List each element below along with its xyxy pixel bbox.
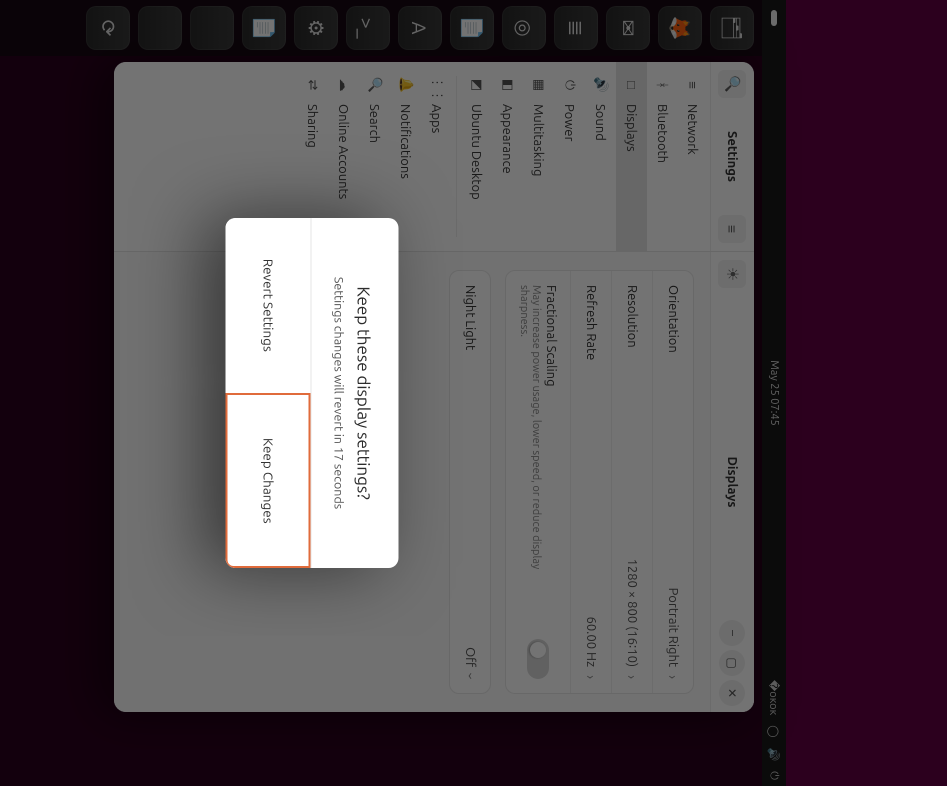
dialog-title: Keep these display settings? [354, 240, 373, 546]
dialog-body: Settings changes will revert in 17 secon… [332, 240, 346, 546]
display-confirm-dialog: Keep these display settings? Settings ch… [226, 218, 399, 568]
keep-changes-button[interactable]: Keep Changes [226, 393, 311, 569]
revert-settings-button[interactable]: Revert Settings [226, 218, 311, 393]
